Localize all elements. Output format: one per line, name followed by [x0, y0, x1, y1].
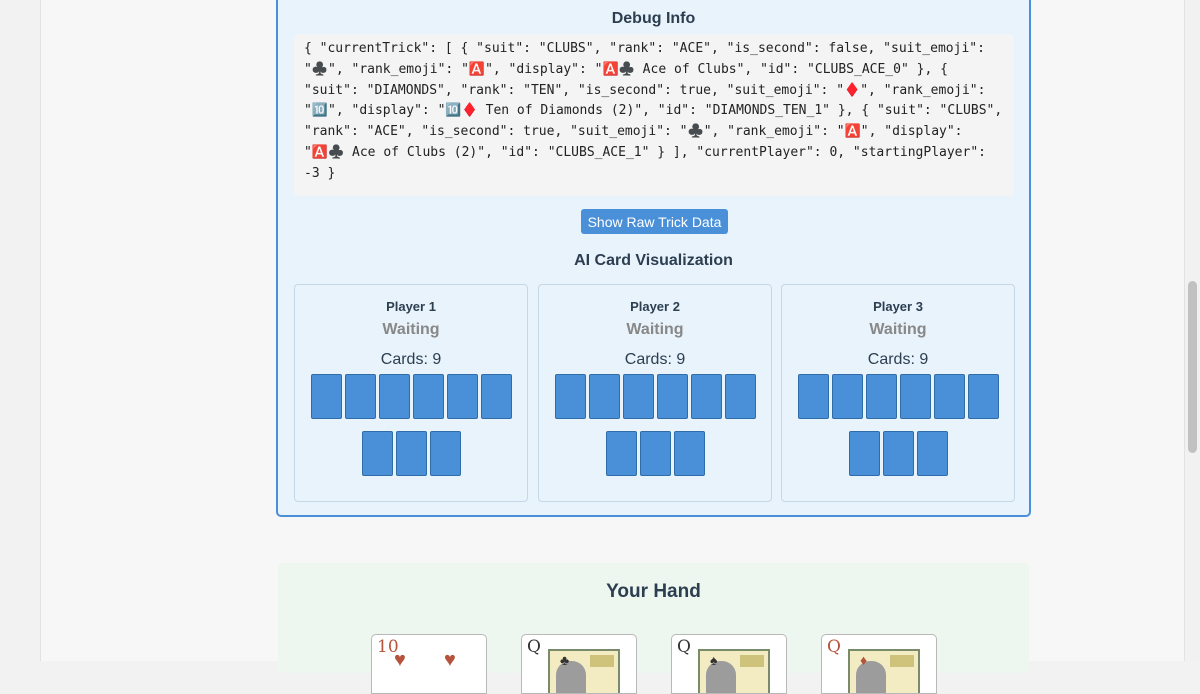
card-rank: Q [827, 637, 841, 657]
card-back [656, 374, 688, 419]
card-back [848, 431, 880, 476]
hand-card-spades[interactable]: Q ♠ [671, 634, 787, 694]
player-card-count: Cards: 9 [380, 351, 442, 368]
card-back [480, 374, 512, 419]
card-back [882, 431, 914, 476]
debug-json-output: { "currentTrick": [ { "suit": "CLUBS", "… [294, 34, 1014, 196]
card-back [310, 374, 342, 419]
your-hand-title: Your Hand [606, 581, 701, 602]
player-name: Player 2 [630, 299, 680, 314]
card-back [831, 374, 863, 419]
player-status: Waiting [869, 321, 927, 338]
card-back [395, 431, 427, 476]
queen-figure-icon: ♣ [548, 649, 620, 693]
card-back [865, 374, 897, 419]
card-back [378, 374, 410, 419]
ai-visualization-title: AI Card Visualization [574, 252, 733, 269]
player-name: Player 1 [386, 299, 436, 314]
hand-card-diamonds[interactable]: Q ♦ [821, 634, 937, 694]
player-status: Waiting [626, 321, 684, 338]
player-name: Player 3 [873, 299, 923, 314]
scrollbar-thumb[interactable] [1188, 281, 1197, 453]
debug-title: Debug Info [611, 10, 696, 27]
queen-crown [590, 655, 614, 667]
card-back [797, 374, 829, 419]
player-panel-3: Player 3 Waiting Cards: 9 [781, 284, 1015, 502]
player-panel-1: Player 1 Waiting Cards: 9 [294, 284, 528, 502]
hearts-pip-icon: ♥ [394, 649, 406, 671]
hand-card-clubs[interactable]: Q ♣ [521, 634, 637, 694]
player-card-count: Cards: 9 [624, 351, 686, 368]
player-panel-2: Player 2 Waiting Cards: 9 [538, 284, 772, 502]
queen-figure-icon: ♦ [848, 649, 920, 693]
debug-panel: Debug Info { "currentTrick": [ { "suit":… [276, 0, 1031, 517]
card-back [899, 374, 931, 419]
card-back [344, 374, 376, 419]
diamonds-icon: ♦ [860, 652, 868, 668]
card-back [916, 431, 948, 476]
card-back [724, 374, 756, 419]
show-raw-trick-data-button[interactable]: Show Raw Trick Data [581, 209, 728, 234]
card-back [639, 431, 671, 476]
card-back [588, 374, 620, 419]
hearts-pip-icon: ♥ [444, 649, 456, 671]
card-back [429, 431, 461, 476]
page-container: Debug Info { "currentTrick": [ { "suit":… [40, 0, 1185, 694]
card-back [605, 431, 637, 476]
card-back [690, 374, 722, 419]
spades-icon: ♠ [710, 652, 718, 668]
hand-card-hearts[interactable]: 10 ♥ ♥ [371, 634, 487, 694]
card-back [554, 374, 586, 419]
player-status: Waiting [382, 321, 440, 338]
card-back [622, 374, 654, 419]
card-rank: Q [677, 637, 691, 657]
card-rank: Q [527, 637, 541, 657]
card-back [446, 374, 478, 419]
queen-figure-icon: ♠ [698, 649, 770, 693]
queen-crown [740, 655, 764, 667]
card-back [933, 374, 965, 419]
card-back [412, 374, 444, 419]
card-back [673, 431, 705, 476]
your-hand-section: Your Hand 10 ♥ ♥ Q ♣ Q ♠ Q ♦ [278, 563, 1029, 694]
queen-crown [890, 655, 914, 667]
card-back [361, 431, 393, 476]
card-back [967, 374, 999, 419]
player-card-count: Cards: 9 [867, 351, 929, 368]
clubs-icon: ♣ [560, 652, 570, 668]
